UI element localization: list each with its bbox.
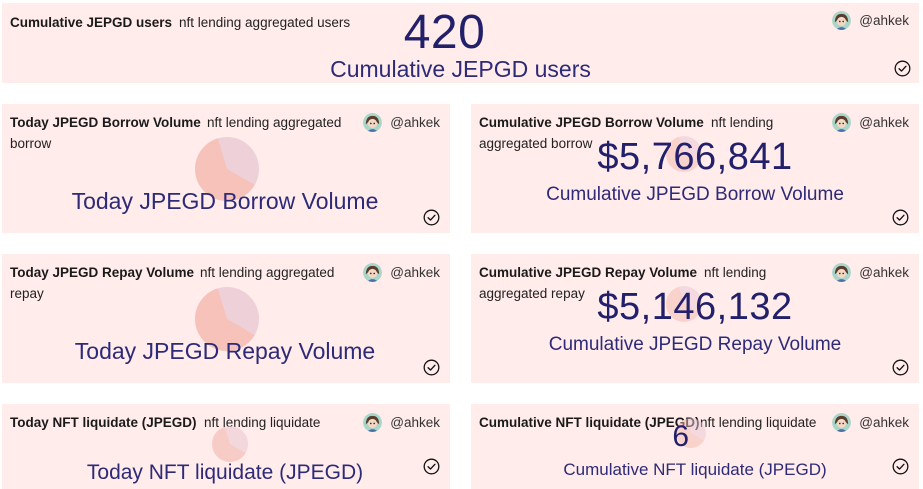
author-name: @ahkek (859, 115, 909, 130)
metric-label: Today JPEGD Borrow Volume (71, 188, 379, 214)
avatar-icon (832, 263, 851, 282)
author-name: @ahkek (859, 265, 909, 280)
card-cumulative-borrow: Cumulative JPEGD Borrow Volume nft lendi… (471, 104, 919, 233)
avatar-icon (363, 413, 382, 432)
author-link[interactable]: @ahkek (832, 113, 909, 132)
card-subtitle: nft lending aggregated (207, 115, 342, 130)
card-subtitle-cont: repay (10, 286, 44, 301)
card-today-liquidate: Today NFT liquidate (JPEGD) nft lending … (2, 404, 450, 489)
metric-label: Today JPEGD Repay Volume (74, 338, 376, 364)
card-subtitle: nft lending (704, 265, 767, 280)
check-circle-icon (423, 209, 440, 226)
card-today-repay: Today JPEGD Repay Volume nft lending agg… (2, 254, 450, 383)
card-cumulative-liquidate: Cumulative NFT liquidate (JPEGD) nft len… (471, 404, 919, 489)
author-link[interactable]: @ahkek (363, 413, 440, 432)
loading-spinner-icon (212, 426, 248, 462)
check-circle-icon (892, 359, 909, 376)
card-subtitle-cont: borrow (10, 136, 52, 151)
metric-value: 420 (403, 6, 486, 59)
check-circle-icon (423, 458, 440, 475)
card-title: Today JPEGD Borrow Volume (10, 115, 201, 130)
card-title: Today JPEGD Repay Volume (10, 265, 195, 280)
check-circle-icon (892, 209, 909, 226)
metric-value: $5,766,841 (597, 136, 793, 178)
check-circle-icon (894, 60, 911, 77)
check-circle-icon (423, 359, 440, 376)
check-circle-icon (892, 458, 909, 475)
card-title: Cumulative JPEGD Repay Volume (479, 265, 698, 280)
author-link[interactable]: @ahkek (832, 263, 909, 282)
avatar-icon (832, 113, 851, 132)
card-cumulative-repay: Cumulative JPEGD Repay Volume nft lendin… (471, 254, 919, 383)
author-name: @ahkek (390, 115, 440, 130)
card-subtitle: nft lending aggregated (200, 265, 335, 280)
card-subtitle: nft lending (711, 115, 774, 130)
author-name: @ahkek (390, 265, 440, 280)
metric-label: Cumulative JPEGD Repay Volume (548, 334, 842, 355)
avatar-icon (363, 113, 382, 132)
metric-value: $5,146,132 (597, 286, 793, 328)
metric-label: Cumulative JPEGD Borrow Volume (546, 184, 844, 205)
metric-label: Cumulative JEPGD users (330, 56, 591, 82)
card-title: Today NFT liquidate (JPEGD) (10, 415, 197, 430)
avatar-icon (363, 263, 382, 282)
card-title: Cumulative JPEGD Borrow Volume (479, 115, 704, 130)
metric-label: Today NFT liquidate (JPEGD) (86, 461, 364, 484)
metric-label: Cumulative NFT liquidate (JPEGD) (563, 460, 827, 479)
card-cumulative-users: Cumulative JEPGD users nft lending aggre… (2, 3, 919, 83)
author-name: @ahkek (390, 415, 440, 430)
metric-value: 6 (672, 420, 690, 453)
author-link[interactable]: @ahkek (363, 263, 440, 282)
author-link[interactable]: @ahkek (363, 113, 440, 132)
card-today-borrow: Today JPEGD Borrow Volume nft lending ag… (2, 104, 450, 233)
